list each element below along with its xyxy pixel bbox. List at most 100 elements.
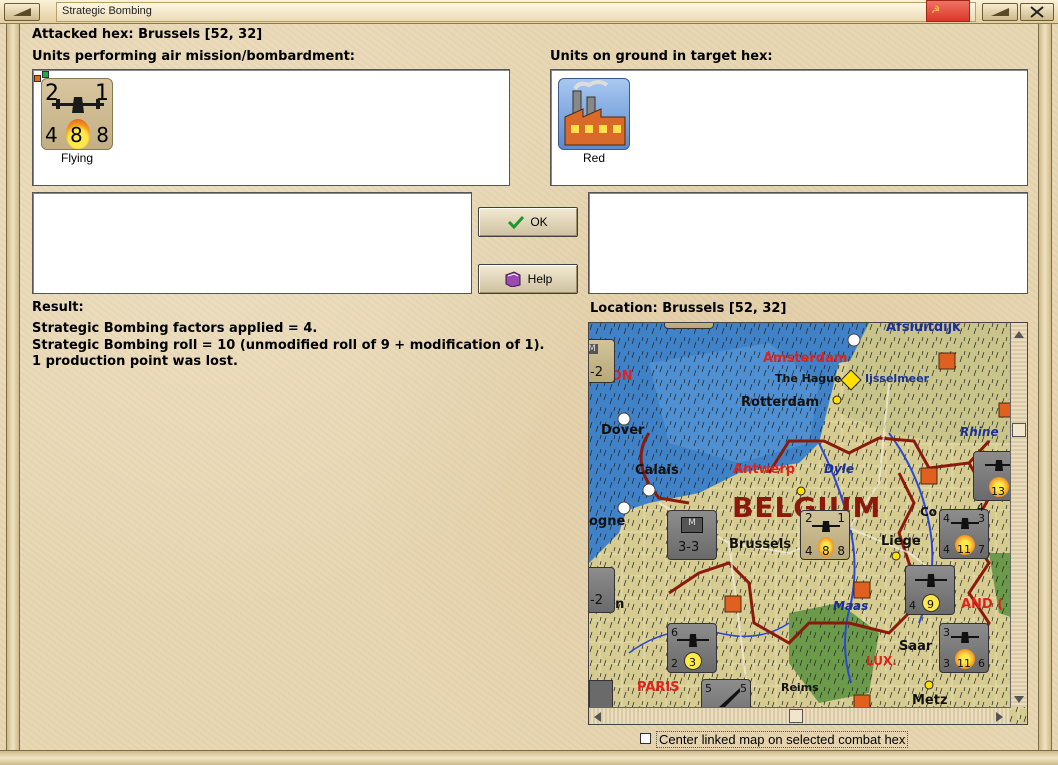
east2-bl: 4 xyxy=(909,599,916,612)
air-details-box xyxy=(32,192,472,294)
east1-tl: 4 xyxy=(943,512,950,525)
checkmark-icon xyxy=(508,215,525,229)
map-label-maas: Maas xyxy=(833,599,869,613)
ne-bl: 4 xyxy=(977,501,984,514)
brussels-air-counter[interactable]: 2 1 4 8 8 xyxy=(800,510,850,560)
scroll-down-arrow-icon[interactable] xyxy=(1012,691,1026,703)
map-label-reims: Reims xyxy=(781,681,819,694)
map-label-saar: Saar xyxy=(899,639,933,654)
map-label-and: AND ( xyxy=(961,597,1004,612)
unit-center-value: 8 xyxy=(70,123,83,147)
scroll-right-arrow-icon[interactable] xyxy=(994,709,1006,723)
plane-icon xyxy=(915,574,947,587)
map-label-the-hague: The Hague xyxy=(775,372,842,385)
south-air-counter-1[interactable]: 6 2 3 xyxy=(667,623,717,673)
attacked-hex-label: Attacked hex: Brussels [52, 32] xyxy=(32,27,263,42)
ground-unit-caption: Red xyxy=(582,151,605,165)
map-label-lux: LUX. xyxy=(866,654,897,668)
help-book-icon xyxy=(505,271,521,287)
plane-icon xyxy=(677,634,709,647)
hammer-sickle-icon: ☭ xyxy=(931,5,940,16)
vertical-scroll-thumb[interactable] xyxy=(1012,423,1026,437)
east3-br: 6 xyxy=(978,657,985,670)
map-label-co: Co xyxy=(920,505,938,519)
center-map-checkbox-label[interactable]: Center linked map on selected combat hex xyxy=(656,731,909,748)
map-label-calais: Calais xyxy=(635,463,679,478)
ground-details-box xyxy=(588,192,1028,294)
map-label-amsterdam: Amsterdam xyxy=(763,351,848,366)
horizontal-scroll-thumb[interactable] xyxy=(789,709,803,723)
ok-button[interactable]: OK xyxy=(478,207,578,237)
result-label: Result: xyxy=(32,300,84,315)
factory-counter[interactable] xyxy=(558,78,630,150)
south1-bl: 2 xyxy=(671,657,678,670)
south1-c: 3 xyxy=(689,656,696,669)
east1-c: 11 xyxy=(957,543,971,556)
hq-unit-counter[interactable]: M 3-3 xyxy=(667,510,717,560)
edge-counter-top-value: -2 xyxy=(590,365,603,380)
edge-counter-bottom[interactable] xyxy=(589,680,613,710)
map-label-dyle: Dyle xyxy=(824,462,855,476)
ground-units-label: Units on ground in target hex: xyxy=(550,49,773,64)
map-label-metz: Metz xyxy=(912,693,948,708)
map-label-boulogne: ogne xyxy=(589,514,626,529)
unit-bottom-left-value: 4 xyxy=(45,123,58,147)
factory-icon xyxy=(564,80,626,146)
hq-unit-top: M xyxy=(681,517,703,533)
hq-unit-value: 3-3 xyxy=(678,540,700,555)
help-button[interactable]: Help xyxy=(478,264,578,294)
status-marker-green xyxy=(42,71,49,78)
edge-counter-left[interactable]: -2 xyxy=(589,567,615,613)
map-label-antwerp: Antwerp xyxy=(733,462,796,477)
brussels-air-c: 8 xyxy=(822,544,830,558)
result-line: Strategic Bombing roll = 10 (unmodified … xyxy=(32,337,545,353)
scroll-up-arrow-icon[interactable] xyxy=(1012,325,1026,338)
center-map-checkbox[interactable] xyxy=(640,733,651,744)
map-horizontal-scrollbar[interactable] xyxy=(589,707,1010,724)
east3-tl: 3 xyxy=(943,626,950,639)
map-label-liege: Liege xyxy=(881,534,921,549)
bomber-plane-icon xyxy=(52,97,104,113)
title-bar: Strategic Bombing ☭ xyxy=(0,0,1058,24)
scroll-left-arrow-icon[interactable] xyxy=(591,709,603,723)
plane-icon xyxy=(951,632,979,643)
faction-button[interactable]: ☭ xyxy=(926,0,970,22)
title-strip xyxy=(56,2,976,22)
east-air-counter-1[interactable]: 4 3 4 11 7 xyxy=(939,509,989,559)
map-label-ijsselmeer: Ijsselmeer xyxy=(865,372,929,385)
plane-icon xyxy=(951,518,979,529)
east-air-counter-2[interactable]: 4 9 xyxy=(905,565,955,615)
edge-counter-top-label: M xyxy=(588,344,598,354)
maximize-button[interactable] xyxy=(982,3,1018,21)
map-label-rhine: Rhine xyxy=(960,425,999,439)
map-label-dover: Dover xyxy=(601,423,645,438)
result-line: Strategic Bombing factors applied = 4. xyxy=(32,321,318,336)
brussels-air-br: 8 xyxy=(837,544,845,558)
east-air-counter-3[interactable]: 3 3 11 6 xyxy=(939,623,989,673)
air-units-list: 2 1 4 8 8 Flying xyxy=(32,69,510,186)
map-vertical-scrollbar[interactable] xyxy=(1010,323,1027,707)
close-button[interactable] xyxy=(1020,3,1054,21)
south2-tl: 5 xyxy=(705,682,712,695)
air-units-label: Units performing air mission/bombardment… xyxy=(32,49,356,64)
air-unit-counter[interactable]: 2 1 4 8 8 xyxy=(41,78,113,150)
map-label-brussels: Brussels xyxy=(729,537,792,552)
east1-bl: 4 xyxy=(943,543,950,556)
bomber-plane-icon xyxy=(812,521,840,532)
status-marker-orange xyxy=(34,75,41,82)
close-icon xyxy=(1030,6,1044,18)
edge-counter-top-mid[interactable] xyxy=(664,323,714,329)
result-line: 1 production point was lost. xyxy=(32,354,238,369)
edge-counter-left-value: -2 xyxy=(590,593,603,608)
edge-counter-top[interactable]: M -2 xyxy=(588,339,615,383)
window-menu-button[interactable] xyxy=(4,3,40,21)
collapse-arrow-icon xyxy=(13,8,31,16)
location-label: Location: Brussels [52, 32] xyxy=(590,301,787,316)
ground-units-list: Red xyxy=(550,69,1028,186)
maximize-arrow-icon xyxy=(991,8,1009,16)
window-frame-bottom xyxy=(0,750,1058,765)
map-label-afsluitdijk: Afsluitdijk xyxy=(886,322,961,335)
window-title: Strategic Bombing xyxy=(62,5,152,17)
ok-button-label: OK xyxy=(530,215,548,229)
linked-map[interactable]: Afsluitdijk Amsterdam NDON The Hague Ijs… xyxy=(588,322,1028,725)
